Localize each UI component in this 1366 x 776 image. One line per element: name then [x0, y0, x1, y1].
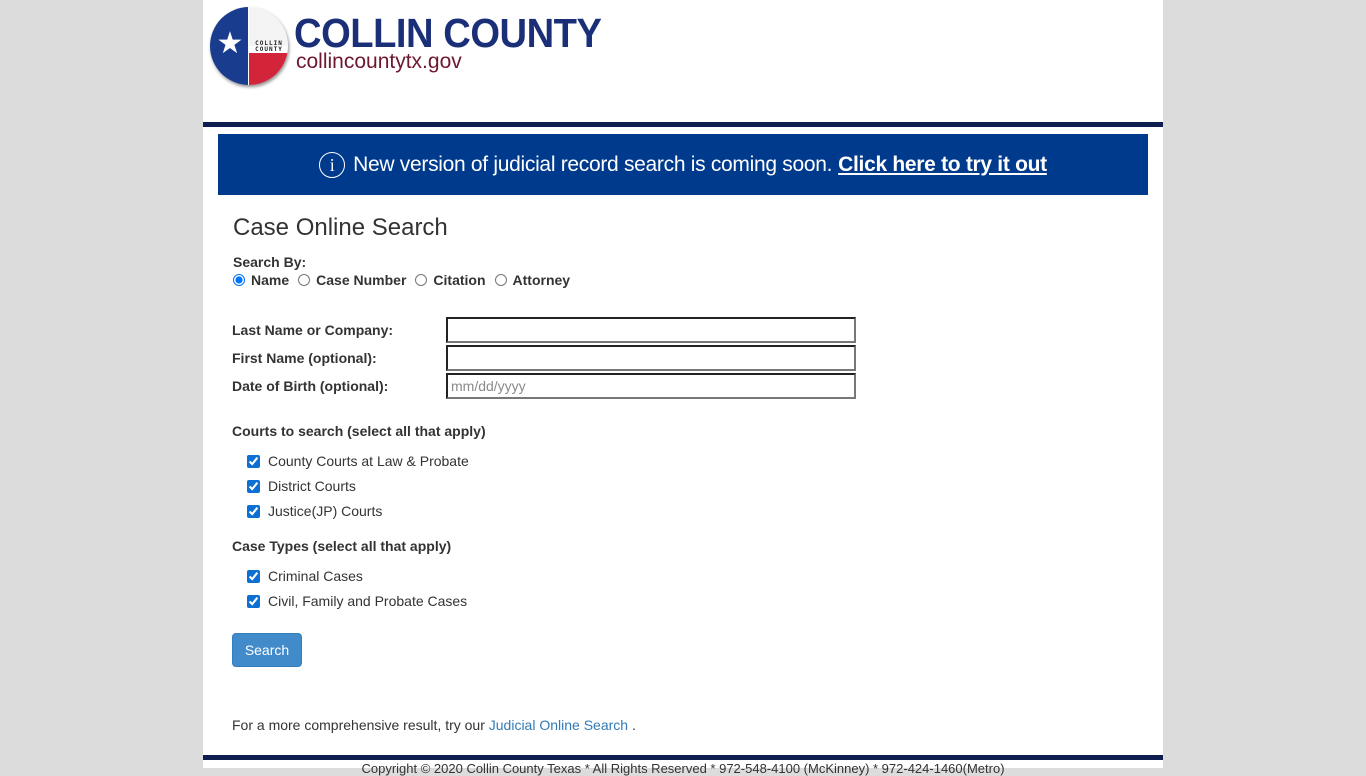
checkbox-label: County Courts at Law & Probate [268, 453, 469, 469]
radio-case-number[interactable]: Case Number [297, 272, 406, 288]
radio-citation[interactable]: Citation [414, 272, 486, 288]
county-seal-logo[interactable]: ★ COLLIN COUNTY [210, 7, 288, 85]
radio-name[interactable]: Name [232, 272, 289, 288]
page-container: ★ COLLIN COUNTY COLLIN COUNTY collincoun… [203, 0, 1163, 776]
radio-citation-input[interactable] [415, 274, 428, 286]
checkbox-label: Civil, Family and Probate Cases [268, 593, 468, 609]
seal-text: COLLIN COUNTY [255, 40, 283, 53]
banner-message: New version of judicial record search is… [353, 152, 833, 176]
case-type-civil[interactable]: Civil, Family and Probate Cases [246, 593, 467, 609]
star-icon: ★ [216, 27, 244, 60]
info-icon: i [319, 151, 346, 178]
radio-attorney[interactable]: Attorney [494, 272, 571, 288]
case-type-civil-checkbox[interactable] [247, 594, 260, 608]
checkbox-label: District Courts [268, 478, 356, 494]
footer-copyright: Copyright © 2020 Collin County Texas * A… [361, 761, 1005, 776]
site-header: ★ COLLIN COUNTY COLLIN COUNTY collincoun… [203, 0, 1163, 122]
seal-red-field [249, 53, 288, 85]
court-county-courts[interactable]: County Courts at Law & Probate [246, 453, 469, 469]
search-button[interactable]: Search [232, 633, 302, 667]
last-name-input[interactable] [446, 317, 856, 343]
dob-label: Date of Birth (optional): [232, 378, 389, 394]
try-new-version-link[interactable]: Click here to try it out [838, 153, 1047, 177]
dob-input[interactable] [446, 373, 856, 399]
brand-url[interactable]: collincountytx.gov [296, 50, 462, 74]
court-district-courts-checkbox[interactable] [247, 479, 260, 493]
dob-row: Date of Birth (optional): [232, 373, 856, 399]
first-name-input[interactable] [446, 345, 856, 371]
case-type-criminal-checkbox[interactable] [247, 569, 260, 583]
more-results-note: For a more comprehensive result, try our… [232, 717, 636, 733]
search-by-options: Name Case Number Citation Attorney [232, 272, 578, 288]
last-name-label: Last Name or Company: [232, 322, 394, 338]
courts-title: Courts to search (select all that apply) [232, 423, 486, 439]
checkbox-label: Criminal Cases [268, 568, 363, 584]
search-by-label: Search By: [233, 254, 307, 270]
court-justice-courts-checkbox[interactable] [247, 504, 260, 518]
radio-attorney-input[interactable] [494, 274, 507, 286]
header-divider [203, 122, 1163, 127]
case-types-title: Case Types (select all that apply) [232, 538, 452, 554]
radio-case-number-input[interactable] [298, 274, 311, 286]
radio-name-input[interactable] [233, 274, 245, 286]
footer-divider [203, 755, 1163, 760]
radio-label: Case Number [316, 272, 407, 288]
court-justice-courts[interactable]: Justice(JP) Courts [246, 503, 382, 519]
notice-banner: i New version of judicial record search … [218, 134, 1148, 195]
radio-label: Attorney [512, 272, 571, 288]
radio-label: Name [251, 272, 290, 288]
last-name-row: Last Name or Company: [232, 317, 856, 343]
more-note-prefix: For a more comprehensive result, try our [232, 717, 485, 733]
radio-label: Citation [433, 272, 486, 288]
case-type-criminal[interactable]: Criminal Cases [246, 568, 363, 584]
page-title: Case Online Search [233, 214, 448, 241]
more-note-suffix: . [631, 717, 636, 733]
first-name-label: First Name (optional): [232, 350, 377, 366]
judicial-online-search-link[interactable]: Judicial Online Search [489, 717, 628, 733]
first-name-row: First Name (optional): [232, 345, 856, 371]
checkbox-label: Justice(JP) Courts [268, 503, 383, 519]
court-district-courts[interactable]: District Courts [246, 478, 356, 494]
court-county-courts-checkbox[interactable] [247, 454, 260, 468]
